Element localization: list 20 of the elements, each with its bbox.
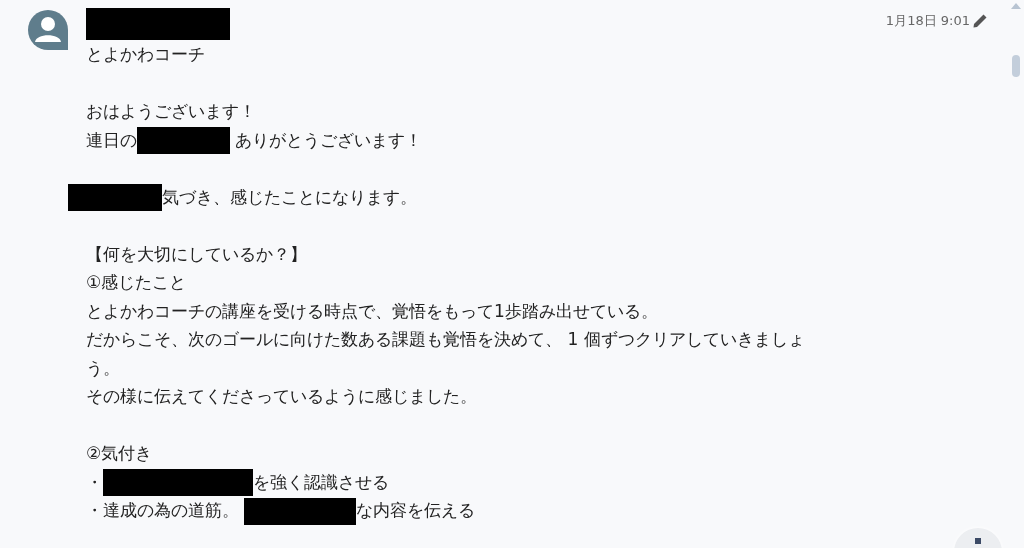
message-text: 気づき、感じたことになります。 (162, 186, 417, 207)
message-text: ・達成の為の道筋。 (86, 500, 240, 520)
message-text: とよかわコーチの講座を受ける時点で、覚悟をもって1歩踏み出せている。 (86, 300, 658, 321)
message-text: 連日の (86, 129, 137, 150)
message-text: ②気付き (86, 443, 153, 463)
author-role: とよかわコーチ (86, 43, 206, 66)
scrollbar-thumb[interactable] (1012, 55, 1020, 77)
message-text: 【何を大切にしているか？】 (86, 243, 307, 264)
message-text: だからこそ、次のゴールに向けた数ある課題も覚悟を決めて、 1 個ずつクリアしていきましょ (86, 329, 805, 349)
message-text: おはようございます！ (86, 101, 256, 121)
message-text: ありがとうございます！ (234, 129, 423, 150)
message-text: う。 (86, 357, 120, 378)
message-text: その様に伝えてくださっているように感じました。 (86, 386, 477, 406)
message-text: を強く認識させる (253, 471, 389, 492)
message-text: ・ (86, 471, 103, 492)
message-text: な内容を伝える (356, 500, 476, 520)
avatar-icon (28, 10, 68, 50)
message-text: ①感じたこと (86, 272, 187, 292)
edit-icon[interactable] (972, 13, 988, 29)
timestamp: 1月18日 9:01 (885, 12, 970, 30)
